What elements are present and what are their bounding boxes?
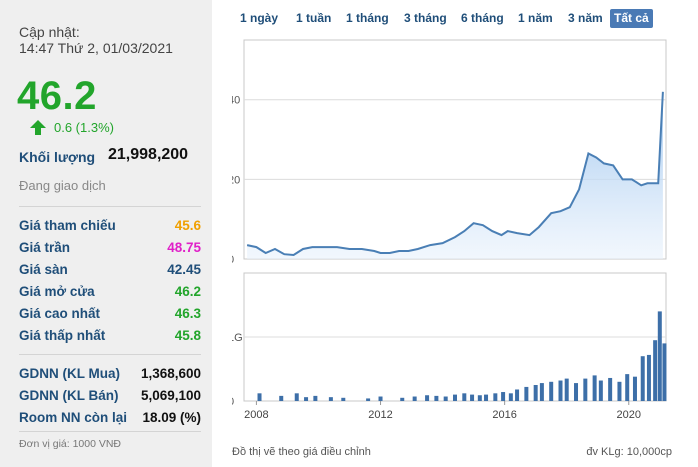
foreign-row-label: GDNN (KL Bán) [19, 388, 119, 403]
volume-bar [470, 394, 475, 401]
tab-period[interactable]: Tất cả [610, 9, 653, 28]
volume-bar [646, 354, 651, 401]
chart-note-adjusted: Đồ thị vẽ theo giá điều chỉnh [232, 446, 371, 458]
divider [19, 206, 201, 207]
price-change: 0.6 (1.3%) [30, 120, 114, 135]
volume-bar [524, 386, 529, 401]
volume-bar [493, 393, 498, 401]
volume-y-tick-label: 1G [232, 332, 243, 344]
volume-bar [662, 343, 667, 401]
price-area-fill [247, 91, 663, 259]
volume-bar [549, 381, 554, 401]
volume-value: 21,998,200 [108, 146, 189, 163]
volume-bar [443, 396, 448, 401]
volume-bar [533, 385, 538, 401]
y-tick-label: 0 [232, 254, 234, 266]
price-row-label: Giá cao nhất [19, 306, 101, 321]
price-chart: 0 20 40 0 1G 2008 2012 2016 2020 [232, 39, 667, 421]
price-row-label: Giá trần [19, 240, 71, 255]
divider [19, 431, 201, 432]
volume-bar [294, 393, 299, 401]
foreign-row-value: 1,368,600 [140, 366, 201, 381]
volume-bar [617, 381, 622, 401]
price-row-value: 46.2 [174, 284, 201, 299]
volume-bar [341, 397, 346, 401]
volume-y-tick-label: 0 [232, 396, 234, 408]
tab-period[interactable]: 3 tháng [400, 9, 451, 28]
volume-bar [425, 395, 430, 401]
volume-bar [640, 356, 645, 401]
volume-bar [592, 375, 597, 401]
y-tick-label: 20 [232, 174, 240, 186]
foreign-row-value: 5,069,100 [140, 388, 201, 403]
price-unit-note: Đơn vị giá: 1000 VNĐ [19, 438, 122, 450]
volume-bar [608, 377, 613, 401]
volume-bar [574, 383, 579, 401]
volume-bar [366, 398, 371, 401]
volume-bar [453, 394, 457, 401]
update-label: Cập nhật: [19, 24, 80, 40]
foreign-row-label: Room NN còn lại [19, 410, 128, 425]
trading-status: Đang giao dịch [19, 178, 106, 193]
volume-bar [378, 396, 383, 401]
volume-bar [304, 397, 309, 401]
volume-bar [328, 397, 333, 401]
arrow-up-icon [30, 120, 46, 135]
tab-period[interactable]: 6 tháng [457, 9, 508, 28]
price-row-label: Giá tham chiếu [19, 218, 116, 233]
price-row-label: Giá sàn [19, 262, 68, 277]
volume-bar [412, 396, 417, 401]
price-row-value: 45.8 [174, 328, 201, 343]
tab-period[interactable]: 1 tháng [342, 9, 393, 28]
tab-period[interactable]: 1 ngày [236, 9, 282, 28]
price-change-value: 0.6 (1.3%) [54, 120, 114, 135]
price-row-value: 42.45 [167, 262, 201, 277]
volume-bar [657, 311, 662, 401]
volume-bar [484, 394, 489, 401]
price-row-value: 48.75 [167, 240, 201, 255]
x-tick-label: 2020 [617, 409, 641, 421]
volume-label: Khối lượng [19, 149, 96, 165]
price-row-value: 45.6 [174, 218, 201, 233]
volume-bar [400, 397, 405, 401]
volume-bar [632, 376, 637, 401]
volume-bar [653, 340, 658, 401]
volume-bar [257, 393, 262, 401]
volume-bar [462, 393, 467, 401]
volume-bar [313, 395, 318, 401]
volume-bar [539, 383, 544, 401]
update-time: 14:47 Thứ 2, 01/03/2021 [19, 40, 173, 56]
volume-bar [279, 395, 284, 401]
x-tick-label: 2008 [244, 409, 268, 421]
volume-bar [477, 395, 482, 401]
foreign-row-label: GDNN (KL Mua) [19, 366, 120, 381]
volume-bar [598, 380, 603, 401]
x-tick-label: 2012 [368, 409, 392, 421]
volume-bar [583, 378, 588, 401]
y-tick-label: 40 [232, 95, 240, 107]
divider [19, 354, 201, 355]
volume-bar [508, 393, 513, 401]
quote-panel: Cập nhật: 14:47 Thứ 2, 01/03/2021 46.2 0… [0, 0, 212, 467]
foreign-row-value: 18.09 (%) [142, 410, 201, 425]
price-row-value: 46.3 [174, 306, 201, 321]
tab-period[interactable]: 1 tuần [292, 9, 335, 28]
price-row-label: Giá thấp nhất [19, 328, 106, 343]
volume-bar [625, 374, 630, 401]
volume-bar [558, 380, 563, 401]
volume-bar [434, 395, 439, 401]
tab-period[interactable]: 1 năm [514, 9, 557, 28]
volume-bar [501, 392, 506, 401]
current-price: 46.2 [17, 74, 97, 118]
price-row-label: Giá mở cửa [19, 284, 95, 299]
volume-bar [564, 378, 569, 401]
volume-bar [515, 389, 520, 401]
tab-period[interactable]: 3 năm [564, 9, 607, 28]
volume-unit-note: đv KLg: 10,000cp [586, 446, 672, 458]
x-tick-label: 2016 [492, 409, 516, 421]
